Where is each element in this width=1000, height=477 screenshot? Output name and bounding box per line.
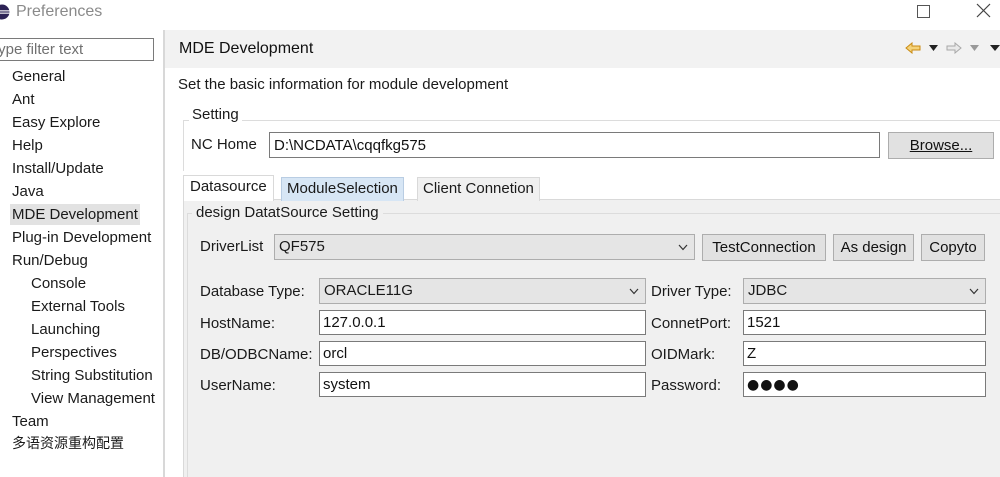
browse-button[interactable]: Browse...: [888, 132, 994, 159]
view-menu-chevron-down-icon[interactable]: [990, 45, 1000, 51]
driverlist-value: QF575: [279, 238, 325, 255]
driverlist-label: DriverList: [200, 238, 264, 255]
tree-item-perspectives[interactable]: Perspectives: [31, 342, 119, 363]
tab-datasource[interactable]: Datasource: [183, 175, 274, 201]
title-bar: [0, 0, 1000, 26]
hostname-label: HostName:: [200, 315, 276, 332]
nchome-input[interactable]: [269, 132, 880, 158]
tree-item-plugin-development[interactable]: Plug-in Development: [12, 227, 153, 248]
forward-arrow-icon[interactable]: [946, 42, 962, 54]
database-type-combo[interactable]: ORACLE11G: [319, 278, 646, 304]
tree-item-easy-explore[interactable]: Easy Explore: [12, 112, 102, 133]
nchome-label: NC Home: [191, 136, 257, 153]
preference-tree: General Ant Easy Explore Help Install/Up…: [0, 66, 163, 466]
chevron-down-icon: [629, 288, 639, 295]
close-icon[interactable]: [974, 1, 994, 21]
database-type-value: ORACLE11G: [324, 282, 413, 299]
tree-item-install-update[interactable]: Install/Update: [12, 158, 106, 179]
password-label: Password:: [651, 377, 722, 394]
driver-type-label: Driver Type:: [651, 283, 732, 300]
tree-item-mde-development[interactable]: MDE Development: [10, 204, 140, 225]
password-input[interactable]: [743, 372, 986, 397]
tree-item-general[interactable]: General: [12, 66, 67, 87]
dbodbcname-label: DB/ODBCName:: [200, 346, 313, 363]
connetport-label: ConnetPort:: [651, 315, 732, 332]
tree-item-string-substitution[interactable]: String Substitution: [31, 365, 155, 386]
oidmark-label: OIDMark:: [651, 346, 716, 363]
window-title: Preferences: [16, 3, 103, 20]
tab-module-selection[interactable]: ModuleSelection: [281, 177, 404, 201]
driver-type-value: JDBC: [748, 282, 788, 299]
connetport-input[interactable]: [743, 310, 986, 335]
tree-item-launching[interactable]: Launching: [31, 319, 102, 340]
as-design-button[interactable]: As design: [833, 234, 914, 261]
username-input[interactable]: [319, 372, 646, 397]
page-description: Set the basic information for module dev…: [178, 76, 509, 93]
page-title: MDE Development: [179, 40, 314, 57]
tree-item-team[interactable]: Team: [12, 411, 51, 432]
driverlist-combo[interactable]: QF575: [274, 234, 695, 260]
database-type-label: Database Type:: [200, 283, 305, 300]
tree-item-external-tools[interactable]: External Tools: [31, 296, 127, 317]
oidmark-input[interactable]: [743, 341, 986, 366]
dbodbcname-input[interactable]: [319, 341, 646, 366]
test-connection-button[interactable]: TestConnection: [702, 234, 826, 261]
tree-item-console[interactable]: Console: [31, 273, 88, 294]
tree-item-run-debug[interactable]: Run/Debug: [12, 250, 90, 271]
username-label: UserName:: [200, 377, 276, 394]
filter-input[interactable]: [0, 38, 154, 61]
forward-menu-chevron-down-icon[interactable]: [970, 45, 979, 51]
back-menu-chevron-down-icon[interactable]: [929, 45, 938, 51]
eclipse-icon: [0, 4, 10, 20]
copyto-button[interactable]: Copyto: [921, 234, 985, 261]
tab-client-connection[interactable]: Client Connetion: [417, 177, 540, 201]
pane-divider[interactable]: [163, 30, 165, 477]
datasource-group-label: design DatatSource Setting: [192, 204, 383, 221]
hostname-input[interactable]: [319, 310, 646, 335]
maximize-icon[interactable]: [917, 5, 930, 18]
tree-item-view-management[interactable]: View Management: [31, 388, 157, 409]
tree-item-multilang-resource-config[interactable]: 多语资源重构配置: [12, 434, 126, 455]
tree-item-java[interactable]: Java: [12, 181, 46, 202]
tree-item-ant[interactable]: Ant: [12, 89, 37, 110]
tree-item-help[interactable]: Help: [12, 135, 45, 156]
chevron-down-icon: [678, 244, 688, 251]
chevron-down-icon: [969, 288, 979, 295]
setting-group-label: Setting: [189, 106, 242, 123]
back-arrow-icon[interactable]: [905, 42, 921, 54]
driver-type-combo[interactable]: JDBC: [743, 278, 986, 304]
